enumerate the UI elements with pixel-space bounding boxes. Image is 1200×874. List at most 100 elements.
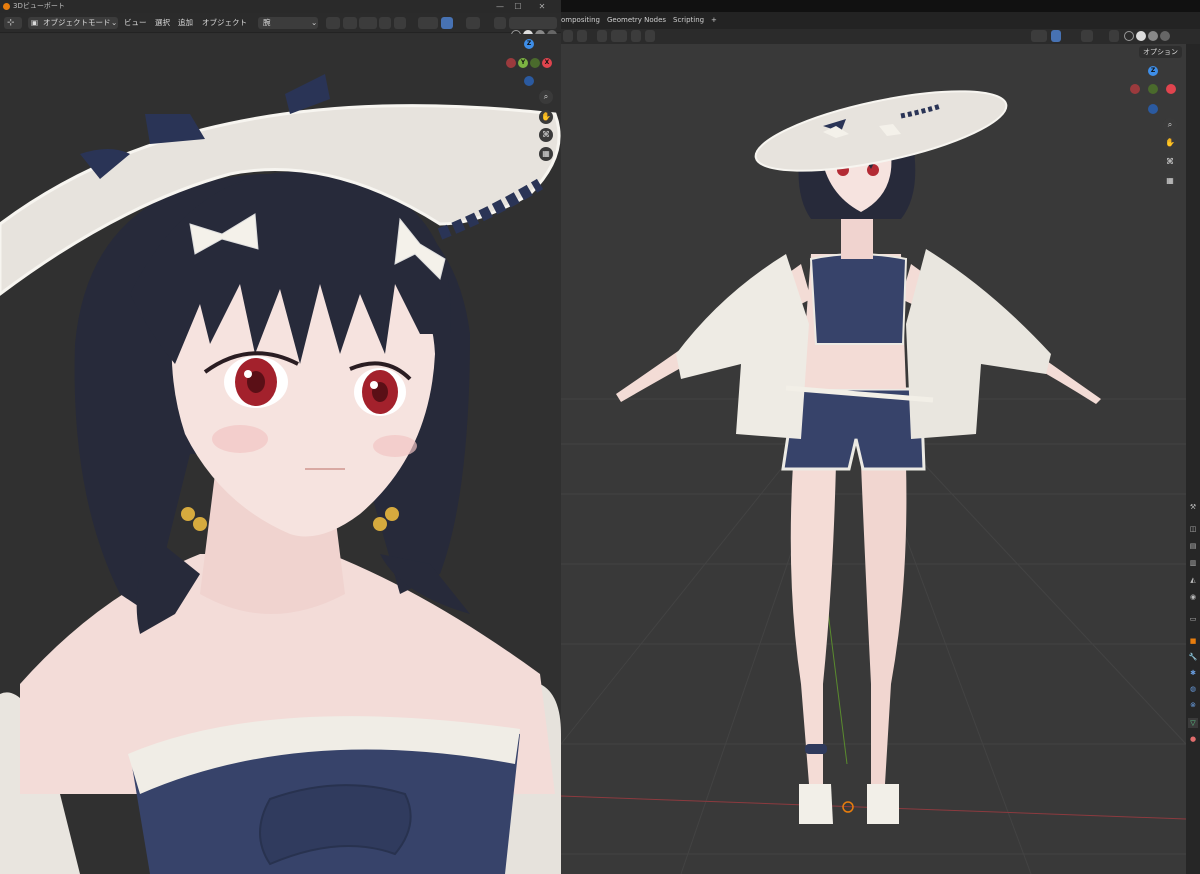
window-title: 3Dビューポート	[13, 2, 65, 10]
tool-props-icon[interactable]: ⚒	[1188, 502, 1198, 512]
pivot-point-button[interactable]	[631, 30, 641, 42]
gizmo-neg-x-axis[interactable]	[1130, 84, 1140, 94]
solid-shading-icon[interactable]	[1136, 31, 1146, 41]
menu-select[interactable]: 選択	[155, 13, 170, 33]
viewport-full-body[interactable]: Z ⌕ ✋ ⌘ ▦	[561, 44, 1186, 874]
snap-target-button[interactable]	[611, 30, 627, 42]
viewport-closeup[interactable]: Z Y X ⌕ ✋ ⌘ ▦	[0, 34, 561, 874]
data-props-icon[interactable]: ▽	[1188, 718, 1198, 728]
physics-props-icon[interactable]: ◍	[1188, 684, 1198, 694]
left-hair-bead	[181, 507, 195, 521]
close-button[interactable]: ✕	[532, 0, 552, 13]
left-blender-window: 3Dビューポート — ☐ ✕ ⊹ ▣ オブジェクトモード ⌄ ビュー 選択 追加…	[0, 0, 561, 874]
transform-button[interactable]	[563, 30, 573, 42]
shading-mode-group[interactable]	[509, 17, 557, 29]
proportional-edit-button[interactable]	[343, 17, 357, 29]
menu-object[interactable]: オブジェクト	[202, 13, 247, 33]
scene-props-icon[interactable]: ◭	[1188, 575, 1198, 585]
right-leg	[861, 464, 907, 784]
gizmo-z-axis[interactable]: Z	[524, 39, 534, 49]
wireframe-shading-icon[interactable]	[1124, 31, 1134, 41]
grid-icon[interactable]: ▦	[539, 147, 553, 161]
pivot-label: 腕	[263, 18, 271, 27]
falloff-button[interactable]	[645, 30, 655, 42]
xray-toggle-button[interactable]	[494, 17, 506, 29]
character-full-body-render	[561, 90, 1186, 874]
pan-hand-icon[interactable]: ✋	[1163, 136, 1177, 150]
workspace-tabs: ompositing Geometry Nodes Scripting +	[561, 12, 1200, 29]
properties-tab-strip: ⚒ ◫ ▤ ▥ ◭ ◉ ▭ ■ 🔧 ✱ ◍ ⊗ ▽ ●	[1186, 44, 1200, 874]
ankle-scrunchie	[805, 744, 827, 754]
menu-view[interactable]: ビュー	[124, 13, 147, 33]
render-props-icon[interactable]: ◫	[1188, 524, 1198, 534]
overlay-toggle-button[interactable]	[466, 17, 480, 29]
material-shading-icon[interactable]	[1148, 31, 1158, 41]
gizmo-neg-x-axis[interactable]	[506, 58, 516, 68]
right-shoe	[867, 784, 899, 824]
shorts	[781, 387, 926, 471]
view-layer-props-icon[interactable]: ▥	[1188, 558, 1198, 568]
window-title-bar: 3Dビューポート — ☐ ✕	[0, 0, 561, 13]
object-props-icon[interactable]: ■	[1188, 636, 1198, 646]
gizmo-z-axis[interactable]: Z	[1148, 66, 1158, 76]
viewport-header: ⊹ ▣ オブジェクトモード ⌄ ビュー 選択 追加 オブジェクト 腕 ⌄	[0, 13, 561, 40]
visibility-button[interactable]	[1031, 30, 1047, 42]
right-eye	[867, 164, 879, 176]
xray-toggle-button[interactable]	[1109, 30, 1119, 42]
chevron-down-icon: ⌄	[311, 18, 318, 27]
right-hair-bead	[373, 517, 387, 531]
modifier-props-icon[interactable]: 🔧	[1188, 652, 1198, 662]
jacket-left	[676, 254, 809, 439]
visibility-button[interactable]	[418, 17, 438, 29]
left-shoe	[799, 784, 833, 824]
snap-button[interactable]	[326, 17, 340, 29]
maximize-button[interactable]: ☐	[508, 0, 528, 13]
material-props-icon[interactable]: ●	[1188, 734, 1198, 744]
overlay-toggle-button[interactable]	[1081, 30, 1093, 42]
y-axis-line	[826, 603, 848, 765]
pan-hand-icon[interactable]: ✋	[539, 110, 553, 124]
gizmo-x-axis[interactable]	[1166, 84, 1176, 94]
gizmo-y-axis[interactable]: Y	[518, 58, 528, 68]
pivot-point-button[interactable]	[379, 17, 391, 29]
gizmo-neg-y-axis[interactable]	[530, 58, 540, 68]
chevron-down-icon: ⌄	[111, 18, 118, 27]
character-closeup-render	[0, 74, 561, 874]
neck	[841, 214, 873, 259]
options-dropdown[interactable]: オプション	[1139, 46, 1182, 58]
zoom-icon[interactable]: ⌕	[1163, 118, 1177, 132]
menu-add[interactable]: 追加	[178, 13, 193, 33]
top-bar	[561, 0, 1200, 12]
particles-props-icon[interactable]: ✱	[1188, 668, 1198, 678]
snap-target-button[interactable]	[359, 17, 377, 29]
gizmo-neg-z-axis[interactable]	[1148, 104, 1158, 114]
viewport-header	[561, 29, 1200, 44]
right-blender-window: ompositing Geometry Nodes Scripting + Z …	[561, 0, 1200, 874]
camera-icon[interactable]: ⌘	[1163, 155, 1177, 169]
tab-geometry-nodes[interactable]: Geometry Nodes	[607, 12, 666, 29]
object-mode-icon: ▣	[31, 18, 39, 27]
hat-bow-left	[145, 114, 205, 144]
output-props-icon[interactable]: ▤	[1188, 541, 1198, 551]
snap-button[interactable]	[577, 30, 587, 42]
rendered-shading-icon[interactable]	[1160, 31, 1170, 41]
minimize-button[interactable]: —	[490, 0, 510, 13]
constraints-props-icon[interactable]: ⊗	[1188, 700, 1198, 710]
cursor-tool-icon: ⊹	[7, 18, 15, 28]
zoom-icon[interactable]: ⌕	[539, 90, 553, 104]
tab-compositing[interactable]: ompositing	[561, 12, 600, 29]
gizmo-neg-z-axis[interactable]	[524, 76, 534, 86]
world-props-icon[interactable]: ◉	[1188, 592, 1198, 602]
proportional-edit-button[interactable]	[597, 30, 607, 42]
add-workspace-button[interactable]: +	[711, 12, 717, 29]
mode-label: オブジェクトモード	[43, 18, 111, 27]
gizmo-y-axis[interactable]	[1148, 84, 1158, 94]
gizmo-toggle-button[interactable]	[1051, 30, 1061, 42]
tab-scripting[interactable]: Scripting	[673, 12, 704, 29]
falloff-button[interactable]	[394, 17, 406, 29]
gizmo-toggle-button[interactable]	[441, 17, 453, 29]
camera-icon[interactable]: ⌘	[539, 128, 553, 142]
collection-props-icon[interactable]: ▭	[1188, 614, 1198, 624]
grid-icon[interactable]: ▦	[1163, 174, 1177, 188]
gizmo-x-axis[interactable]: X	[542, 58, 552, 68]
